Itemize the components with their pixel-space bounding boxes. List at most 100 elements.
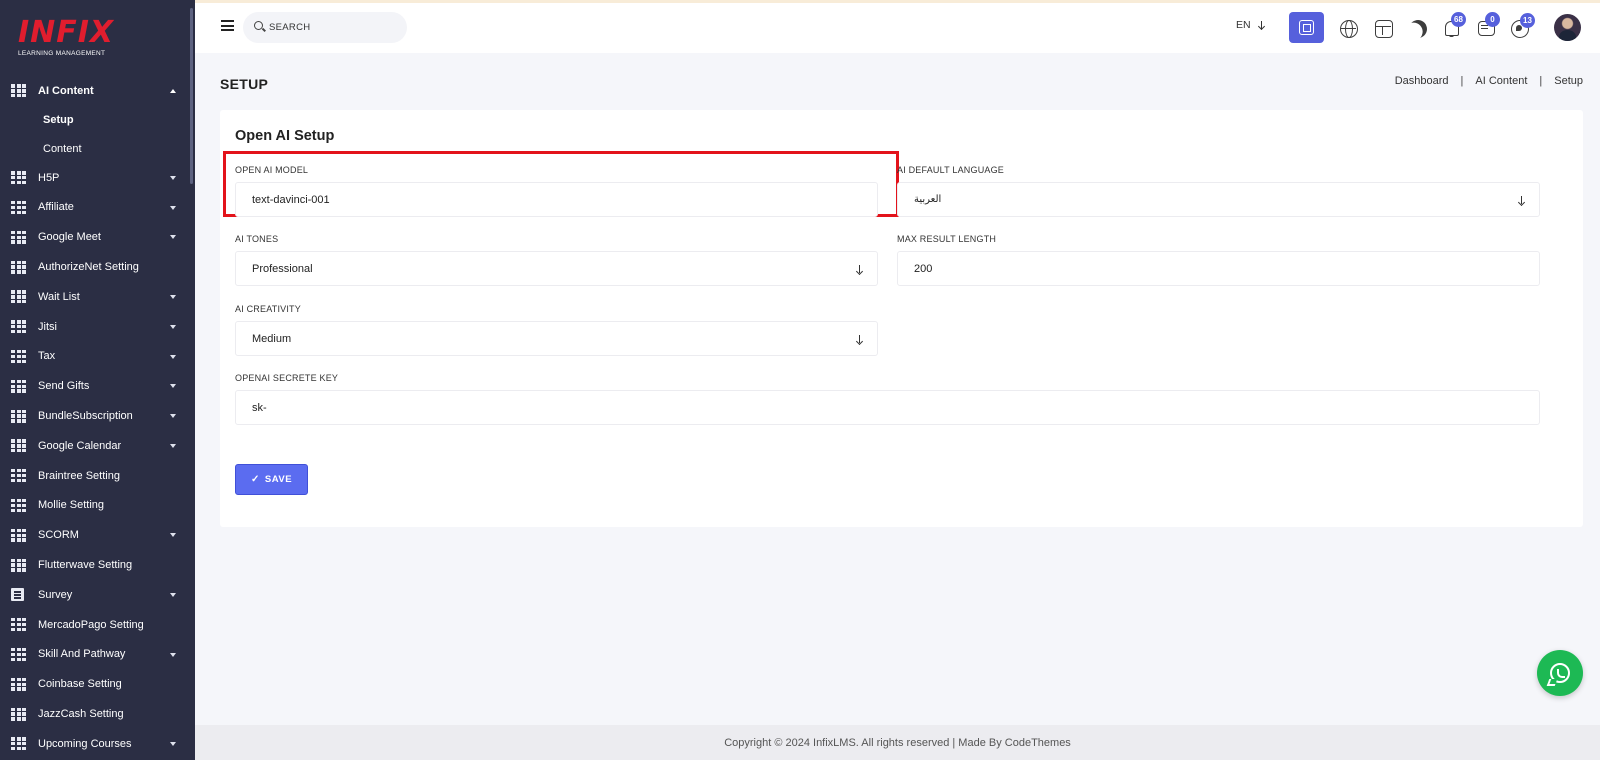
arrow-down-icon	[856, 335, 863, 344]
sidebar-item-google-calendar[interactable]: Google Calendar	[0, 431, 195, 461]
default-language-value: العربية	[914, 194, 942, 205]
sidebar-item-h5p[interactable]: H5P	[0, 163, 195, 193]
breadcrumb-dashboard[interactable]: Dashboard	[1395, 75, 1449, 87]
grid-icon	[11, 618, 26, 632]
sidebar-item-tax[interactable]: Tax	[0, 342, 195, 372]
sidebar-item-flutterwave-setting[interactable]: Flutterwave Setting	[0, 550, 195, 580]
caret-down-icon	[170, 235, 176, 240]
openai-model-input[interactable]	[252, 193, 877, 206]
default-language-label: AI DEFAULT LANGUAGE	[897, 165, 1004, 175]
sidebar-item-label: AI Content	[38, 84, 94, 97]
sidebar-item-label: Send Gifts	[38, 380, 90, 393]
sidebar-item-coinbase-setting[interactable]: Coinbase Setting	[0, 669, 195, 699]
moon-icon[interactable]	[1406, 17, 1429, 40]
sidebar-item-label: Wait List	[38, 290, 80, 303]
default-language-select[interactable]: العربية	[897, 182, 1540, 217]
sidebar-item-label: Braintree Setting	[38, 469, 120, 482]
sidebar-subitem-content[interactable]: Content	[0, 134, 195, 163]
sidebar: INFIX LEARNING MANAGEMENT AI Content Set…	[0, 0, 195, 760]
openai-model-field[interactable]	[235, 182, 878, 217]
sidebar-item-affiliate[interactable]: Affiliate	[0, 193, 195, 223]
caret-up-icon	[170, 89, 176, 93]
ai-creativity-value: Medium	[252, 332, 292, 345]
sidebar-item-label: Google Calendar	[38, 439, 122, 452]
sidebar-item-mollie-setting[interactable]: Mollie Setting	[0, 491, 195, 521]
top-header: EN 68 0 13	[195, 3, 1600, 53]
save-label: SAVE	[264, 474, 293, 485]
caret-down-icon	[170, 414, 176, 419]
whatsapp-icon	[1550, 663, 1570, 683]
ai-chip-button[interactable]	[1289, 12, 1324, 43]
caret-down-icon	[170, 354, 176, 359]
ai-tones-value: Professional	[252, 262, 313, 275]
whatsapp-float-button[interactable]	[1537, 650, 1583, 696]
avatar[interactable]	[1554, 14, 1581, 41]
ai-tones-label: AI TONES	[235, 234, 279, 244]
sidebar-item-jitsi[interactable]: Jitsi	[0, 312, 195, 342]
whatsapp-badge: 13	[1520, 13, 1535, 28]
max-length-label: MAX RESULT LENGTH	[897, 234, 997, 244]
hamburger-menu-icon[interactable]	[221, 20, 234, 31]
sidebar-item-label: Coinbase Setting	[38, 678, 122, 691]
sidebar-item-label: SCORM	[38, 529, 79, 542]
grid-icon	[11, 260, 26, 274]
grid-icon	[11, 647, 26, 661]
sidebar-item-jazzcash-setting[interactable]: JazzCash Setting	[0, 699, 195, 729]
secret-key-input[interactable]	[252, 401, 1539, 414]
sidebar-item-label: BundleSubscription	[38, 410, 133, 423]
sidebar-item-send-gifts[interactable]: Send Gifts	[0, 371, 195, 401]
sidebar-item-label: H5P	[38, 171, 60, 184]
sidebar-item-skill-and-pathway[interactable]: Skill And Pathway	[0, 640, 195, 670]
sidebar-menu: AI Content Setup Content H5P Affiliate Goo…	[0, 76, 195, 759]
arrow-down-icon	[856, 265, 863, 274]
openai-model-label: OPEN AI MODEL	[235, 165, 309, 175]
save-button[interactable]: ✓ SAVE	[235, 464, 308, 495]
grid-icon	[11, 84, 26, 98]
sidebar-item-scorm[interactable]: SCORM	[0, 520, 195, 550]
bell-icon[interactable]: 68	[1443, 12, 1466, 38]
sidebar-item-upcoming-courses[interactable]: Upcoming Courses	[0, 729, 195, 759]
breadcrumb-ai-content[interactable]: AI Content	[1475, 75, 1527, 87]
grid-icon	[11, 200, 26, 214]
caret-down-icon	[170, 741, 176, 746]
grid-icon	[11, 230, 26, 244]
layout-icon[interactable]	[1375, 20, 1393, 38]
grid-icon	[11, 558, 26, 572]
logo-tagline: LEARNING MANAGEMENT	[18, 50, 106, 57]
secret-key-label: OPENAI SECRETE KEY	[235, 373, 339, 383]
sidebar-subitem-setup[interactable]: Setup	[0, 106, 195, 135]
sidebar-item-label: Flutterwave Setting	[38, 559, 133, 572]
caret-down-icon	[170, 443, 176, 448]
sidebar-item-label: MercadoPago Setting	[38, 618, 144, 631]
sidebar-item-label: Mollie Setting	[38, 499, 105, 512]
ai-creativity-select[interactable]: Medium	[235, 321, 878, 356]
secret-key-field[interactable]	[235, 390, 1540, 425]
language-selector[interactable]: EN	[1236, 19, 1265, 31]
sidebar-item-ai-content[interactable]: AI Content	[0, 76, 195, 106]
sidebar-item-braintree-setting[interactable]: Braintree Setting	[0, 461, 195, 491]
caret-down-icon	[170, 384, 176, 389]
sidebar-item-survey[interactable]: Survey	[0, 580, 195, 610]
ai-tones-select[interactable]: Professional	[235, 251, 878, 286]
sidebar-item-bundlesubscription[interactable]: BundleSubscription	[0, 401, 195, 431]
grid-icon	[11, 707, 26, 721]
sidebar-item-wait-list[interactable]: Wait List	[0, 282, 195, 312]
sidebar-item-label: Skill And Pathway	[38, 648, 126, 661]
sidebar-item-authorizenet-setting[interactable]: AuthorizeNet Setting	[0, 252, 195, 282]
notification-badge: 68	[1451, 12, 1466, 27]
caret-down-icon	[170, 294, 176, 299]
sidebar-item-mercadopago-setting[interactable]: MercadoPago Setting	[0, 610, 195, 640]
chat-icon[interactable]: 0	[1477, 12, 1500, 38]
globe-icon[interactable]	[1340, 20, 1358, 38]
footer: Copyright © 2024 InfixLMS. All rights re…	[195, 725, 1600, 760]
grid-icon	[11, 379, 26, 393]
whatsapp-icon[interactable]: 13	[1511, 13, 1535, 38]
max-length-input[interactable]	[914, 262, 1539, 275]
copyright-text: Copyright © 2024 InfixLMS. All rights re…	[724, 736, 1071, 749]
sidebar-item-label: Affiliate	[38, 201, 74, 214]
search-input[interactable]	[269, 19, 399, 36]
logo[interactable]: INFIX LEARNING MANAGEMENT	[18, 18, 114, 58]
sidebar-item-google-meet[interactable]: Google Meet	[0, 222, 195, 252]
max-length-field[interactable]	[897, 251, 1540, 286]
search-box[interactable]	[243, 12, 407, 43]
